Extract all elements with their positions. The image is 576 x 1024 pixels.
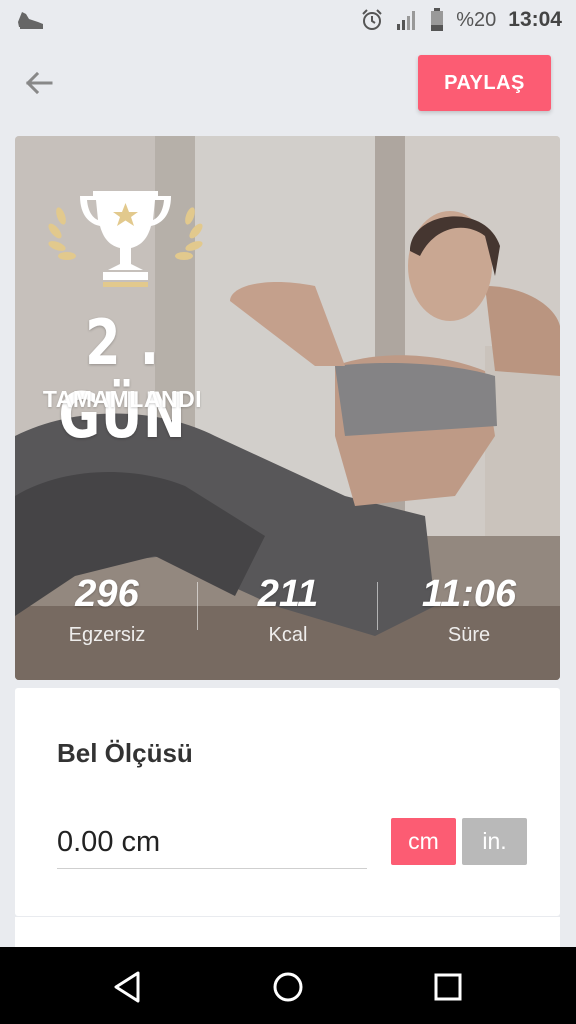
stat-value: 11:06 xyxy=(421,573,517,615)
nav-back-icon[interactable] xyxy=(108,967,148,1007)
stat-label: Süre xyxy=(447,624,491,646)
stat-duration: 11:06 Süre xyxy=(379,572,559,647)
workout-complete-card: 2 . GÜN TAMAMLANDI 296 Egzersiz 211 Kcal… xyxy=(15,136,560,680)
unit-in-button[interactable]: in. xyxy=(462,818,527,865)
stat-value: 211 xyxy=(257,573,319,615)
battery-percent: %20 xyxy=(456,8,497,31)
unit-cm-button[interactable]: cm xyxy=(391,818,456,865)
nav-recents-icon[interactable] xyxy=(428,967,468,1007)
stat-divider xyxy=(377,582,378,630)
alarm-icon xyxy=(360,8,384,32)
arrow-back-icon[interactable] xyxy=(22,66,56,100)
stat-exercise: 296 Egzersiz xyxy=(17,572,197,647)
day-subtitle: TAMAMLANDI xyxy=(42,386,203,412)
day-title: 2 . GÜN xyxy=(58,306,187,452)
clock: 13:04 xyxy=(508,8,562,31)
status-bar: %20 13:04 xyxy=(0,0,576,40)
waist-measurement-card: Bel Ölçüsü cm in. xyxy=(15,688,560,916)
stat-kcal: 211 Kcal xyxy=(198,572,378,647)
stat-label: Kcal xyxy=(268,624,308,646)
battery-icon xyxy=(430,8,444,32)
nav-home-icon[interactable] xyxy=(268,967,308,1007)
waist-input[interactable] xyxy=(57,816,367,869)
system-nav-bar xyxy=(0,947,576,1024)
trophy-icon xyxy=(43,186,208,291)
sneaker-icon xyxy=(16,8,46,32)
card-title: Bel Ölçüsü xyxy=(57,738,193,768)
stat-value: 296 xyxy=(75,573,139,615)
signal-icon xyxy=(396,9,418,31)
share-button[interactable]: PAYLAŞ xyxy=(418,55,551,111)
stat-label: Egzersiz xyxy=(68,624,146,646)
